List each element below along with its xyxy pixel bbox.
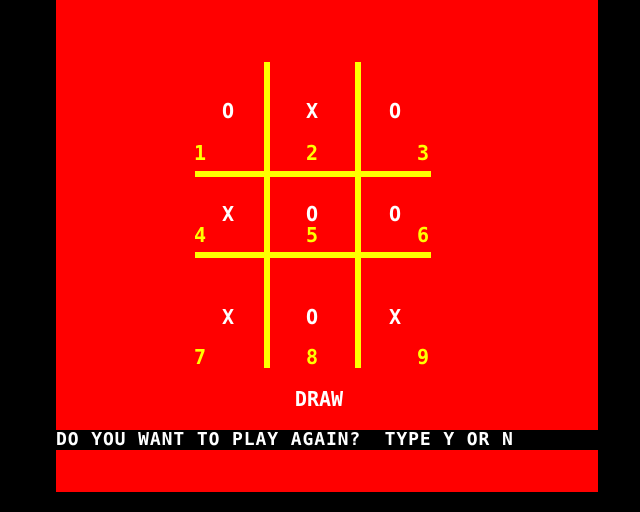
cell-1-number: 1 [193, 141, 207, 165]
cell-7-number: 7 [193, 345, 207, 369]
cell-5-mark: O [305, 202, 319, 226]
cell-7-mark: X [221, 305, 235, 329]
cell-5-number: 5 [305, 223, 319, 247]
cell-9-number: 9 [416, 345, 430, 369]
grid-horizontal-line-top [195, 171, 431, 177]
grid-vertical-line-left [264, 62, 270, 368]
cell-2-mark: X [305, 99, 319, 123]
cell-2-number: 2 [305, 141, 319, 165]
cell-8-number: 8 [305, 345, 319, 369]
game-status-text: DRAW [294, 387, 344, 411]
play-again-prompt: DO YOU WANT TO PLAY AGAIN? TYPE Y OR N [56, 430, 514, 450]
cell-4-number: 4 [193, 223, 207, 247]
prompt-bar: DO YOU WANT TO PLAY AGAIN? TYPE Y OR N [56, 430, 598, 450]
cell-9-mark: X [388, 305, 402, 329]
game-screen: O 1 X 2 O 3 X 4 O 5 O 6 X 7 O 8 X 9 DRAW [56, 0, 598, 492]
cell-3-mark: O [388, 99, 402, 123]
cell-6-number: 6 [416, 223, 430, 247]
cell-3-number: 3 [416, 141, 430, 165]
grid-vertical-line-right [355, 62, 361, 368]
grid-horizontal-line-bottom [195, 252, 431, 258]
cell-6-mark: O [388, 202, 402, 226]
cell-8-mark: O [305, 305, 319, 329]
cell-4-mark: X [221, 202, 235, 226]
cell-1-mark: O [221, 99, 235, 123]
